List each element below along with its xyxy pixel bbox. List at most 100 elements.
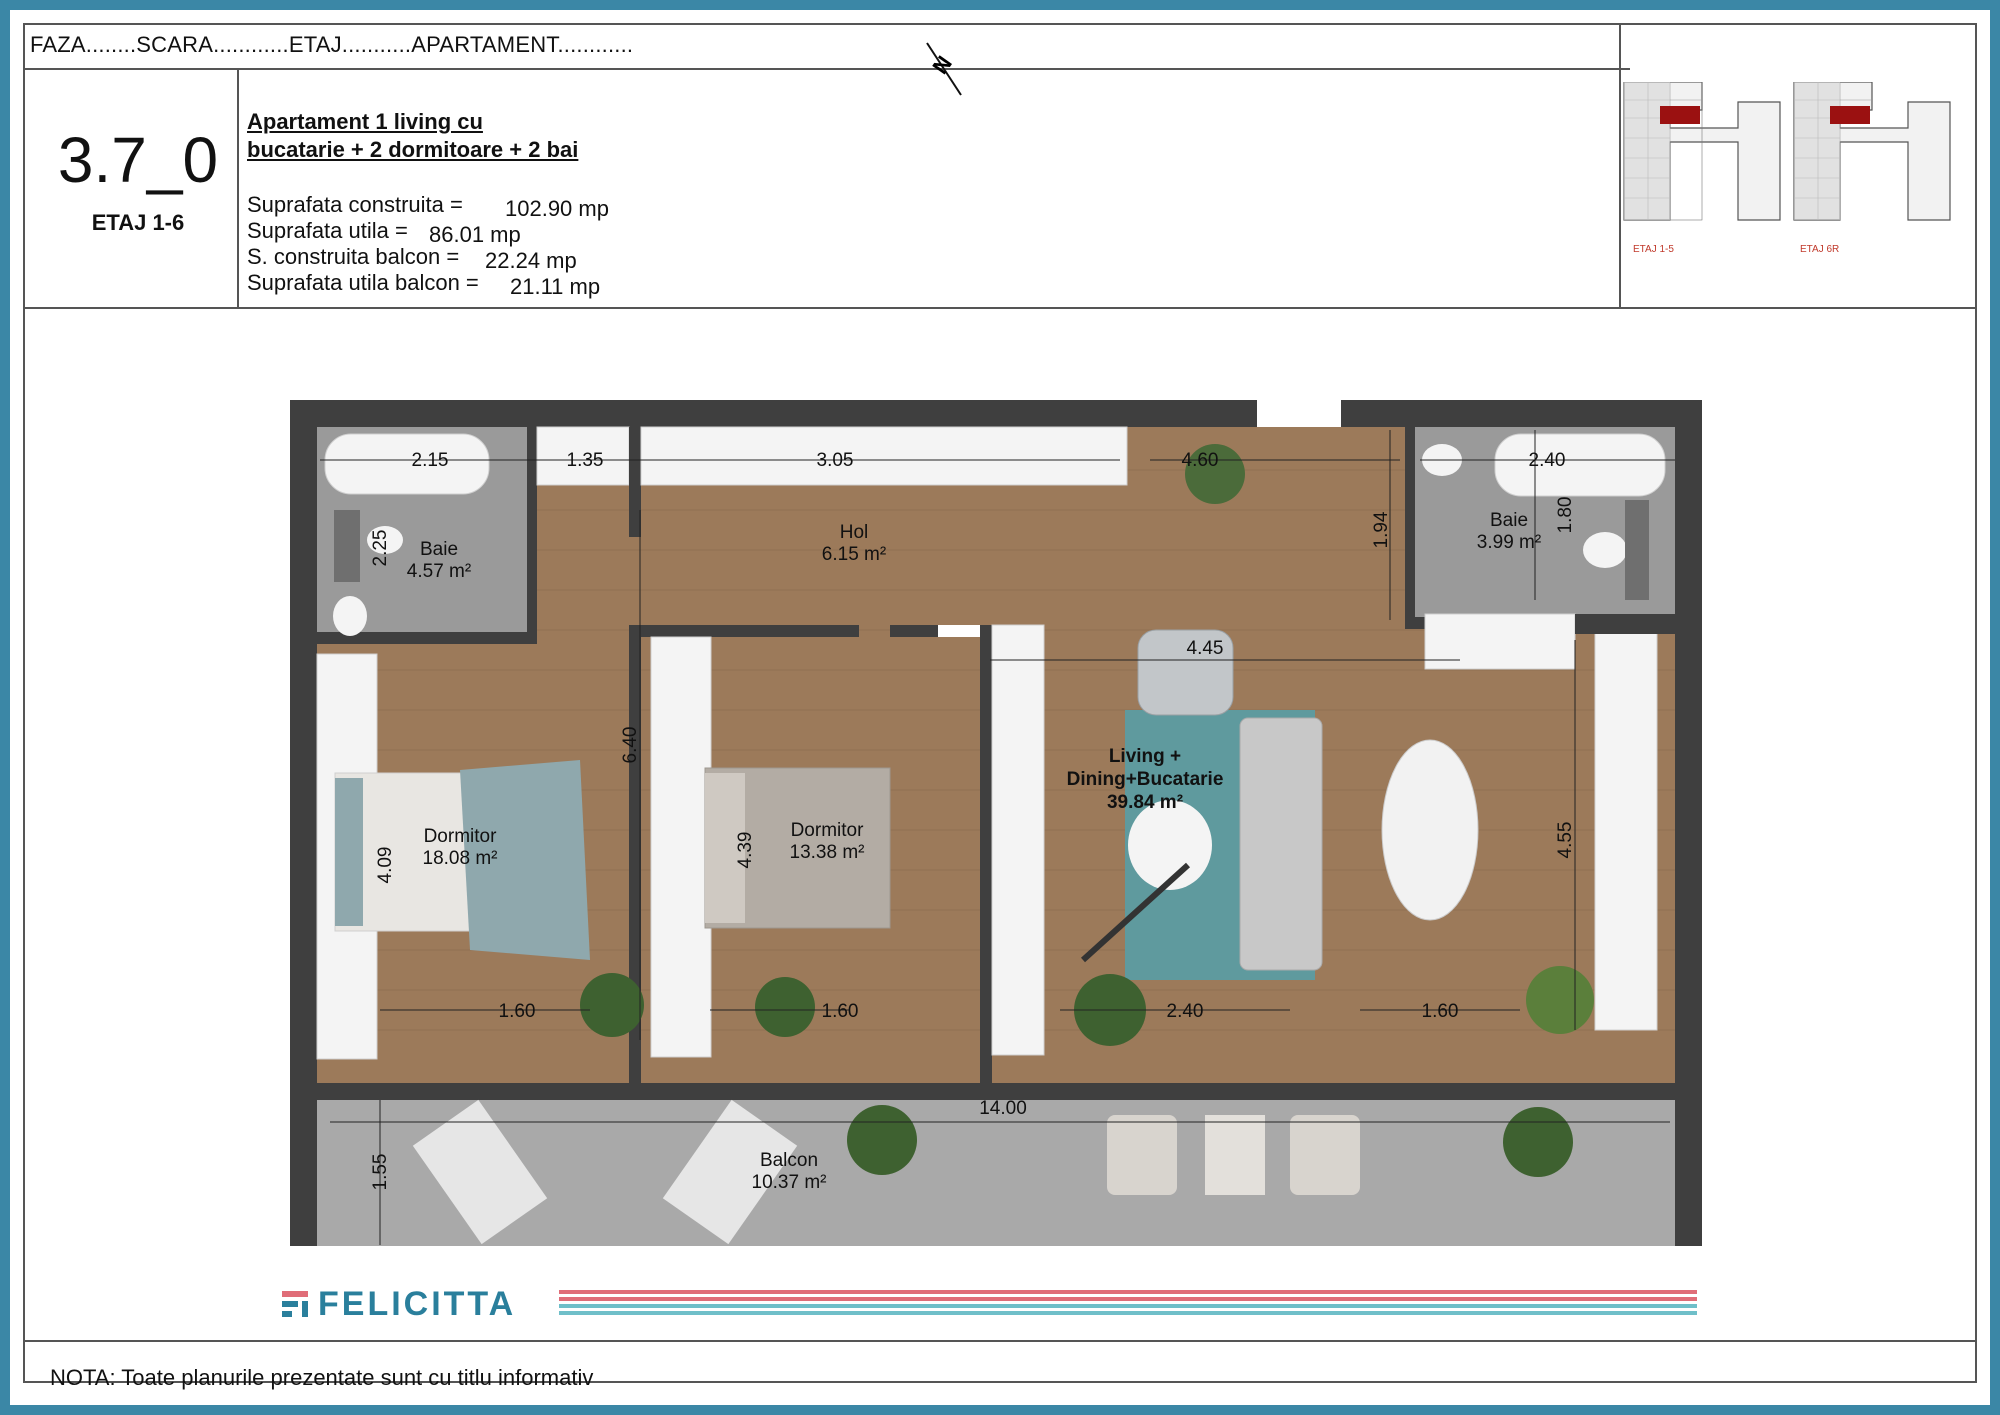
room-name: Dormitor <box>424 826 498 847</box>
footer-note: NOTA: Toate planurile prezentate sunt cu… <box>50 1365 594 1390</box>
spec-label: Suprafata utila balcon = <box>247 270 479 295</box>
wall <box>629 427 641 537</box>
spec-row: S. construita balcon = 22.24 mp <box>247 244 577 273</box>
dimension-label: 2.15 <box>412 450 449 471</box>
dimension-label: 1.94 <box>1371 511 1392 548</box>
footer-divider <box>23 1340 1977 1342</box>
room-area: 4.57 m² <box>407 561 471 582</box>
dimension-label: 1.60 <box>499 1001 536 1022</box>
dimension-label: 2.40 <box>1529 450 1566 471</box>
chair <box>1290 1115 1360 1195</box>
plant <box>847 1105 917 1175</box>
wall <box>890 625 938 637</box>
header-col-divider-1 <box>237 68 239 309</box>
brand-logo-icon <box>282 1291 308 1317</box>
spec-label: S. construita balcon = <box>247 244 460 269</box>
faza-line: FAZA........SCARA............ETAJ.......… <box>30 32 634 57</box>
dimension-label: 6.40 <box>620 727 641 764</box>
room-name: Baie <box>420 539 458 560</box>
room-name: Hol <box>840 522 869 543</box>
room-area: 39.84 m² <box>1107 792 1183 813</box>
dimension-label: 1.55 <box>370 1154 391 1191</box>
plant <box>1526 966 1594 1034</box>
closet <box>650 636 712 1058</box>
header-col-divider-2 <box>1619 23 1621 309</box>
header-divider <box>23 68 1630 70</box>
apartment-code: 3.7_0 <box>57 124 219 196</box>
floors-label: ETAJ 1-6 <box>91 210 185 235</box>
dimension-label: 4.60 <box>1182 450 1219 471</box>
room-area: 13.38 m² <box>790 842 865 863</box>
dimension-label: 3.05 <box>817 450 854 471</box>
dimension-label: 4.55 <box>1555 822 1576 859</box>
dimension-label: 1.60 <box>1422 1001 1459 1022</box>
key-plan-label: ETAJ 1-5 <box>1633 244 1674 255</box>
sofa <box>1239 717 1323 971</box>
toilet <box>1583 532 1627 568</box>
dimension-label: 2.40 <box>1167 1001 1204 1022</box>
kitchen-counter <box>1424 613 1576 670</box>
plant <box>580 973 644 1037</box>
spec-row: Suprafata utila balcon = 21.11 mp <box>247 270 600 299</box>
room-name: Living + <box>1109 746 1181 767</box>
plant <box>1503 1107 1573 1177</box>
cabinet <box>1625 500 1649 600</box>
spec-value: 102.90 mp <box>505 196 609 221</box>
bathtub <box>324 433 490 495</box>
area-specs: Suprafata construita = 102.90 mp Suprafa… <box>247 192 609 299</box>
coffee-table <box>1128 800 1212 890</box>
room-name-2: Dining+Bucatarie <box>1067 769 1224 790</box>
room-area: 6.15 m² <box>822 544 886 565</box>
dimension-label: 2.25 <box>370 530 391 567</box>
apartment-title: Apartament 1 living cu bucatarie + 2 dor… <box>247 108 578 164</box>
wall <box>980 625 992 1100</box>
header-bottom-line <box>23 307 1977 309</box>
stripe <box>559 1304 1697 1308</box>
room-name: Balcon <box>760 1150 818 1171</box>
room-area: 18.08 m² <box>423 848 498 869</box>
stripe <box>559 1311 1697 1315</box>
stripe <box>559 1290 1697 1294</box>
room-name: Dormitor <box>791 820 865 841</box>
wall <box>1405 427 1415 627</box>
dimension-label: 14.00 <box>979 1098 1027 1119</box>
plan-sheet: FAZA........SCARA............ETAJ.......… <box>10 10 1990 1405</box>
cabinet <box>334 510 360 582</box>
pillows <box>335 778 363 926</box>
apartment-title-line2: bucatarie + 2 dormitoare + 2 bai <box>247 137 579 162</box>
dimension-label: 4.09 <box>375 847 396 884</box>
room-area: 3.99 m² <box>1477 532 1541 553</box>
spec-row: Suprafata construita = 102.90 mp <box>247 192 609 221</box>
dimension-label: 4.39 <box>735 832 756 869</box>
floor-plan: 2.15 1.35 3.05 4.60 2.40 2.25 1.94 1.80 … <box>290 400 1702 1246</box>
room-area: 10.37 m² <box>752 1172 827 1193</box>
wall <box>527 427 537 642</box>
key-plan-etaj-6r <box>1793 82 1951 221</box>
chair <box>1107 1115 1177 1195</box>
key-plan-label: ETAJ 6R <box>1800 244 1840 255</box>
wall <box>641 625 859 637</box>
north-arrow-icon: N <box>926 42 962 96</box>
dimension-label: 1.80 <box>1555 497 1576 534</box>
brand-name: FELICITTA <box>318 1284 517 1323</box>
spec-row: Suprafata utila = 86.01 mp <box>247 218 521 247</box>
dimension-label: 1.60 <box>822 1001 859 1022</box>
table <box>1205 1115 1265 1195</box>
entrance-door-gap <box>1257 400 1341 427</box>
dimension-label: 1.35 <box>567 450 604 471</box>
key-plan-etaj-1-5 <box>1623 82 1781 221</box>
sink <box>333 596 367 636</box>
room-name: Baie <box>1490 510 1528 531</box>
bathtub <box>1494 433 1666 497</box>
spec-label: Suprafata construita = <box>247 192 463 217</box>
spec-value: 21.11 mp <box>510 274 601 299</box>
dimension-label: 4.45 <box>1187 638 1224 659</box>
spec-value: 22.24 mp <box>485 248 577 273</box>
stripe <box>559 1297 1697 1301</box>
dining-table <box>1381 739 1479 921</box>
closet <box>640 426 1128 486</box>
spec-label: Suprafata utila = <box>247 218 408 243</box>
apartment-title-line1: Apartament 1 living cu <box>247 109 483 134</box>
brand: FELICITTA <box>282 1284 517 1323</box>
brand-stripes <box>559 1290 1697 1320</box>
